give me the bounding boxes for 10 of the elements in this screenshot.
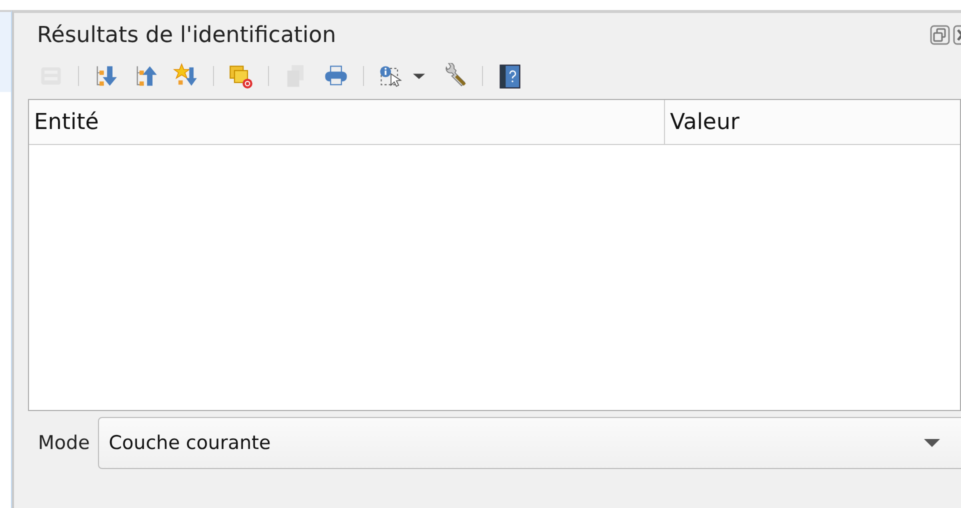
mode-label: Mode <box>38 432 90 454</box>
panel-title: Résultats de l'identification <box>36 22 336 48</box>
float-icon[interactable] <box>930 25 950 45</box>
column-header[interactable]: Valeur <box>664 100 960 144</box>
column-header[interactable]: Entité <box>29 100 664 144</box>
layers-icon[interactable] <box>228 63 254 89</box>
help-icon[interactable] <box>497 63 523 89</box>
close-icon[interactable] <box>953 25 961 45</box>
caret-icon <box>924 438 940 448</box>
mode-dropdown[interactable]: Couche courante <box>98 417 961 469</box>
